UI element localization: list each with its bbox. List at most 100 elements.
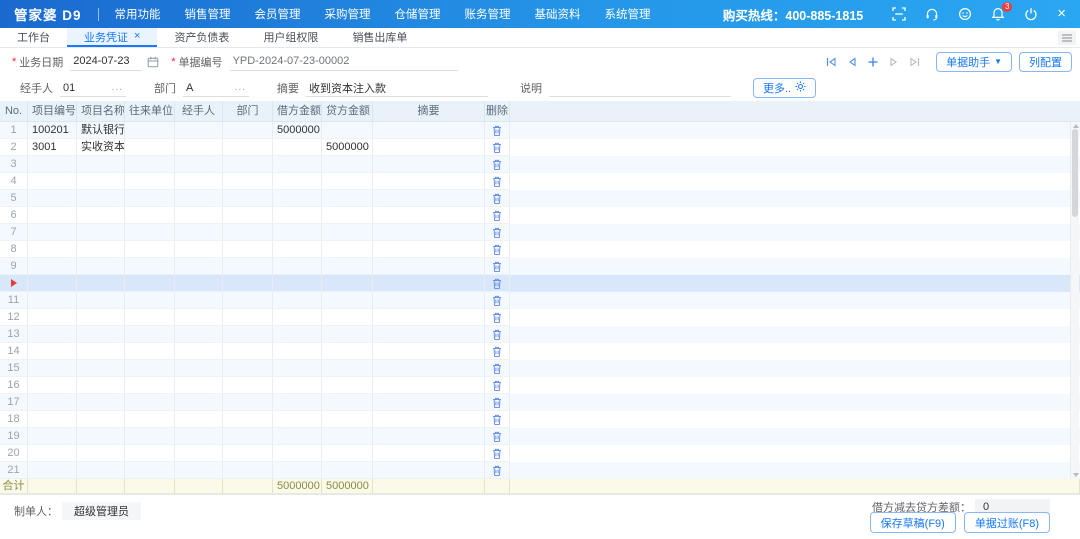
cell-dept[interactable] [223, 394, 273, 411]
row-number[interactable]: 18 [0, 411, 28, 428]
cell-credit[interactable] [322, 224, 373, 241]
trash-icon[interactable] [485, 258, 510, 275]
cell-handler[interactable] [175, 190, 223, 207]
cell-debit[interactable] [273, 462, 322, 479]
cell-summary[interactable] [373, 258, 485, 275]
cell-name[interactable] [77, 190, 125, 207]
cell-credit[interactable] [322, 173, 373, 190]
trash-icon[interactable] [485, 309, 510, 326]
trash-icon[interactable] [485, 207, 510, 224]
trash-icon[interactable] [485, 190, 510, 207]
cell-debit[interactable] [273, 377, 322, 394]
cell-summary[interactable] [373, 360, 485, 377]
cell-handler[interactable] [175, 411, 223, 428]
cell-debit[interactable] [273, 275, 322, 292]
cell-dept[interactable] [223, 207, 273, 224]
menu-item-0[interactable]: 常用功能 [115, 6, 161, 22]
cell-debit[interactable] [273, 258, 322, 275]
cell-dept[interactable] [223, 292, 273, 309]
cell-unit[interactable] [125, 190, 175, 207]
cell-credit[interactable] [322, 292, 373, 309]
trash-icon[interactable] [485, 445, 510, 462]
scroll-down-icon[interactable] [1073, 473, 1079, 477]
cell-debit[interactable] [273, 224, 322, 241]
scroll-up-icon[interactable] [1073, 124, 1079, 128]
cell-dept[interactable] [223, 156, 273, 173]
row-number[interactable]: 20 [0, 445, 28, 462]
cell-code[interactable] [28, 360, 77, 377]
cell-credit[interactable] [322, 190, 373, 207]
cell-credit[interactable] [322, 445, 373, 462]
row-number[interactable]: 21 [0, 462, 28, 479]
cell-code[interactable] [28, 224, 77, 241]
cell-handler[interactable] [175, 360, 223, 377]
cell-name[interactable] [77, 156, 125, 173]
cell-credit[interactable] [322, 241, 373, 258]
cell-name[interactable] [77, 326, 125, 343]
cell-name[interactable]: 默认银行 [77, 122, 125, 139]
cell-unit[interactable] [125, 394, 175, 411]
cell-handler[interactable] [175, 258, 223, 275]
menu-item-6[interactable]: 基础资料 [535, 6, 581, 22]
cell-handler[interactable] [175, 343, 223, 360]
cell-name[interactable] [77, 462, 125, 479]
cell-code[interactable] [28, 309, 77, 326]
cell-credit[interactable] [322, 377, 373, 394]
cell-dept[interactable] [223, 224, 273, 241]
cell-summary[interactable] [373, 462, 485, 479]
row-number[interactable]: 13 [0, 326, 28, 343]
gear-icon[interactable] [795, 81, 806, 95]
close-icon[interactable]: × [1057, 7, 1066, 21]
cell-dept[interactable] [223, 258, 273, 275]
trash-icon[interactable] [485, 173, 510, 190]
note-input[interactable] [549, 79, 731, 97]
cell-debit[interactable] [273, 292, 322, 309]
cell-summary[interactable] [373, 122, 485, 139]
cell-summary[interactable] [373, 207, 485, 224]
cell-dept[interactable] [223, 190, 273, 207]
cell-dept[interactable] [223, 241, 273, 258]
row-number[interactable]: 4 [0, 173, 28, 190]
cell-dept[interactable] [223, 377, 273, 394]
cell-debit[interactable] [273, 309, 322, 326]
cell-code[interactable] [28, 190, 77, 207]
row-number[interactable]: 14 [0, 343, 28, 360]
row-number[interactable]: 15 [0, 360, 28, 377]
cell-handler[interactable] [175, 394, 223, 411]
cell-debit[interactable] [273, 343, 322, 360]
cell-unit[interactable] [125, 156, 175, 173]
cell-summary[interactable] [373, 326, 485, 343]
cell-summary[interactable] [373, 394, 485, 411]
last-record-icon[interactable] [909, 56, 921, 68]
cell-unit[interactable] [125, 428, 175, 445]
add-record-icon[interactable] [867, 56, 879, 68]
cell-code[interactable] [28, 292, 77, 309]
menu-item-7[interactable]: 系统管理 [605, 6, 651, 22]
scrollbar-thumb[interactable] [1072, 129, 1078, 217]
cell-unit[interactable] [125, 173, 175, 190]
trash-icon[interactable] [485, 394, 510, 411]
cell-name[interactable] [77, 411, 125, 428]
cell-summary[interactable] [373, 156, 485, 173]
headset-icon[interactable] [925, 7, 939, 21]
voucher-assistant-button[interactable]: 单据助手 ▼ [936, 52, 1012, 72]
cell-unit[interactable] [125, 241, 175, 258]
cell-handler[interactable] [175, 428, 223, 445]
cell-debit[interactable] [273, 190, 322, 207]
cell-unit[interactable] [125, 377, 175, 394]
cell-unit[interactable] [125, 275, 175, 292]
cell-dept[interactable] [223, 343, 273, 360]
row-number[interactable]: 19 [0, 428, 28, 445]
cell-name[interactable] [77, 241, 125, 258]
row-number[interactable] [0, 275, 28, 292]
row-number[interactable]: 2 [0, 139, 28, 156]
fullscreen-icon[interactable] [892, 7, 906, 21]
cell-unit[interactable] [125, 343, 175, 360]
dept-input[interactable]: A ... [183, 79, 249, 97]
calendar-icon[interactable] [147, 56, 159, 68]
cell-debit[interactable]: 5000000 [273, 122, 322, 139]
cell-handler[interactable] [175, 139, 223, 156]
cell-credit[interactable] [322, 156, 373, 173]
cell-summary[interactable] [373, 428, 485, 445]
cell-credit[interactable] [322, 428, 373, 445]
